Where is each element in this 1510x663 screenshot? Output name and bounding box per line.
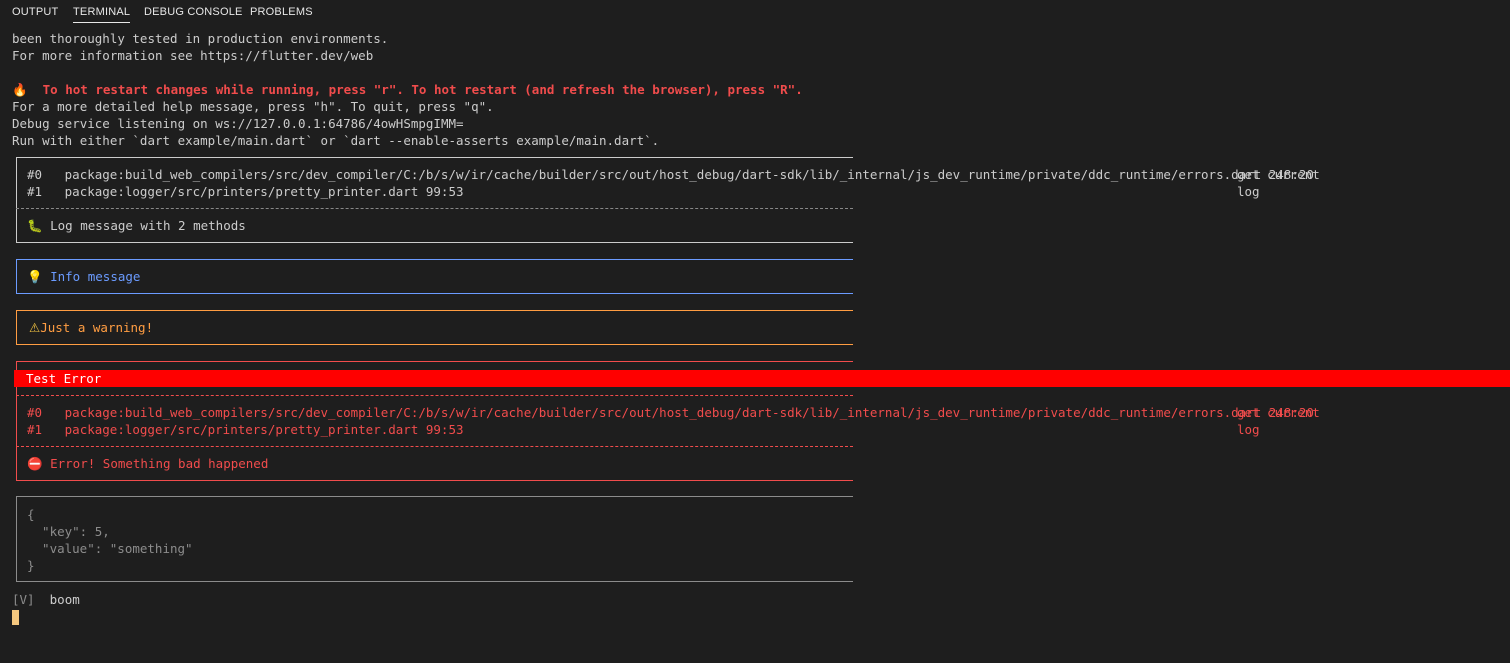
debug-top-border	[16, 157, 853, 158]
info-message: 💡 Info message	[27, 269, 141, 284]
debug-bottom-border	[16, 242, 853, 243]
info-left-border	[16, 259, 17, 294]
help-line-2: Debug service listening on ws://127.0.0.…	[12, 116, 464, 131]
intro-line-1: been thoroughly tested in production env…	[12, 31, 389, 46]
info-top-border	[16, 259, 853, 260]
info-bottom-border	[16, 293, 853, 294]
error-frame-0: #0 package:build_web_compilers/src/dev_c…	[27, 405, 1314, 420]
verbose-message: boom	[49, 592, 80, 607]
bug-icon: 🐛	[27, 218, 43, 233]
tab-output[interactable]: OUTPUT	[12, 6, 58, 22]
tab-debug-console[interactable]: DEBUG CONSOLE	[144, 6, 243, 22]
tab-problems[interactable]: PROBLEMS	[250, 6, 313, 22]
debug-frame-0-fn: get current	[1237, 167, 1320, 182]
error-title-bar: Test Error	[14, 370, 1510, 387]
hot-restart-line: 🔥 To hot restart changes while running, …	[12, 81, 803, 98]
json-line-1: {	[27, 507, 35, 522]
verbose-prefix: [V]	[12, 592, 35, 607]
json-line-3: "value": "something"	[27, 541, 193, 556]
tab-terminal[interactable]: TERMINAL	[73, 6, 131, 23]
json-line-4: }	[27, 558, 35, 573]
help-line-3: Run with either `dart example/main.dart`…	[12, 133, 660, 148]
debug-divider	[16, 208, 853, 209]
panel-tabs: OUTPUT TERMINAL DEBUG CONSOLE PROBLEMS	[0, 0, 1510, 28]
debug-frame-1: #1 package:logger/src/printers/pretty_pr…	[27, 184, 464, 199]
warning-message: ⚠Just a warning!	[29, 320, 154, 335]
error-divider-1	[16, 395, 853, 396]
json-bottom-border	[16, 581, 853, 582]
json-left-border	[16, 496, 17, 582]
help-line-1: For a more detailed help message, press …	[12, 99, 494, 114]
error-top-border	[16, 361, 853, 362]
fire-icon: 🔥	[12, 82, 28, 97]
debug-frame-1-fn: log	[1237, 184, 1260, 199]
error-frame-1-fn: log	[1237, 422, 1260, 437]
json-top-border	[16, 496, 853, 497]
verbose-line: [V] boom	[12, 591, 80, 608]
warning-icon: ⚠	[29, 320, 41, 335]
warning-bottom-border	[16, 344, 853, 345]
warning-top-border	[16, 310, 853, 311]
error-bottom-border	[16, 480, 853, 481]
terminal-cursor	[12, 610, 19, 625]
debug-frame-0: #0 package:build_web_compilers/src/dev_c…	[27, 167, 1314, 182]
debug-message: 🐛 Log message with 2 methods	[27, 218, 246, 233]
error-message: ⛔ Error! Something bad happened	[27, 456, 269, 471]
error-frame-1: #1 package:logger/src/printers/pretty_pr…	[27, 422, 464, 437]
debug-left-border	[16, 157, 17, 243]
no-entry-icon: ⛔	[27, 456, 43, 471]
error-divider-2	[16, 446, 853, 447]
warning-left-border	[16, 310, 17, 345]
error-frame-0-fn: get current	[1237, 405, 1320, 420]
lightbulb-icon: 💡	[27, 269, 43, 284]
hot-restart-text: To hot restart changes while running, pr…	[42, 82, 803, 97]
intro-line-2: For more information see https://flutter…	[12, 48, 374, 63]
json-line-2: "key": 5,	[27, 524, 110, 539]
